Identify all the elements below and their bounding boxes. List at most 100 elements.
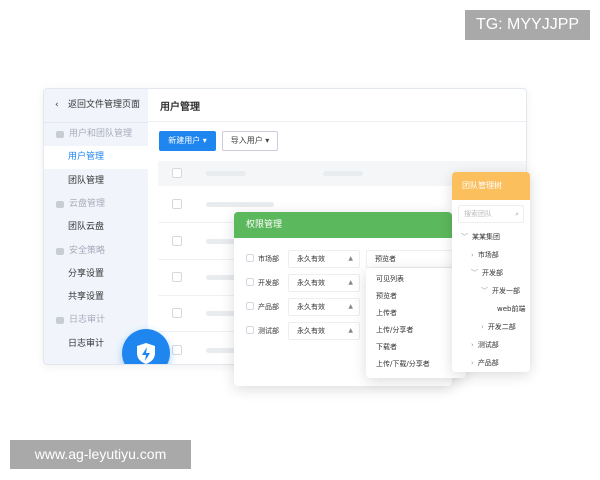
sidebar-item[interactable]: 分享设置 (44, 263, 148, 286)
sidebar-item-label: 用户管理 (68, 152, 105, 163)
tree-node-label: 某某集团 (472, 233, 500, 241)
sidebar-item: 安全策略 (44, 240, 148, 263)
permission-header: 权限管理 (234, 212, 452, 238)
tree-node[interactable]: ﹀ 开发一部 (481, 283, 520, 299)
tree-node-label: 开发部 (482, 269, 503, 277)
dept-checkbox[interactable] (246, 278, 254, 286)
tree-node[interactable]: web前端 (497, 301, 525, 317)
sidebar-item-label: 安全策略 (69, 245, 106, 256)
sidebar-item-label: 团队云盘 (68, 222, 105, 233)
tree-node-label: 市场部 (477, 251, 499, 259)
shield-lightning-icon (137, 343, 155, 364)
tree-node-label: 测试部 (477, 341, 499, 349)
role-option[interactable]: 上传/下载/分享者 (366, 356, 466, 373)
search-icon: ⌕ (515, 210, 519, 218)
validity-value: 永久有效 (297, 303, 325, 311)
tree-node[interactable]: ﹀ 开发部 (471, 265, 503, 281)
role-option[interactable]: 可见列表 (366, 271, 466, 288)
disk-icon (56, 200, 64, 208)
validity-value: 永久有效 (297, 327, 325, 335)
sidebar-item-label: 云盘管理 (69, 198, 106, 209)
chevron-left-icon: ‹ (55, 100, 59, 110)
placeholder-bar (206, 171, 246, 176)
tree-node-label: 开发一部 (492, 287, 520, 295)
chevron-right-icon: › (471, 359, 474, 367)
import-user-button[interactable]: 导入用户 ▾ (222, 131, 278, 151)
watermark-bottom: www.ag-leyutiyu.com (10, 440, 191, 469)
tree-node[interactable]: › 产品部 (471, 355, 499, 371)
row-checkbox[interactable] (172, 272, 182, 282)
new-user-button[interactable]: 新建用户 ▾ (159, 131, 216, 151)
sidebar-item[interactable]: 共享设置 (44, 286, 148, 309)
row-checkbox[interactable] (172, 199, 182, 209)
log-icon (56, 317, 64, 325)
sidebar-item-label: 用户和团队管理 (69, 129, 133, 139)
sidebar-item[interactable]: 团队云盘 (44, 216, 148, 239)
shield-icon (56, 247, 64, 255)
tree-node-label: 产品部 (477, 359, 499, 367)
dept-label: 产品部 (258, 303, 279, 311)
select-all-checkbox[interactable] (172, 168, 182, 178)
chevron-down-icon: ﹀ (471, 269, 478, 277)
role-option[interactable]: 下载者 (366, 339, 466, 356)
sidebar-item[interactable]: 团队管理 (44, 170, 148, 193)
team-search-input[interactable]: 搜索团队 ⌕ (458, 205, 524, 223)
chevron-right-icon: › (471, 341, 474, 349)
row-checkbox[interactable] (172, 308, 182, 318)
caret-up-icon: ▲ (348, 279, 353, 286)
tree-node[interactable]: › 市场部 (471, 247, 499, 263)
role-option[interactable]: 上传/分享者 (366, 322, 466, 339)
validity-value: 永久有效 (297, 255, 325, 263)
sidebar-item-label: 分享设置 (68, 268, 105, 279)
team-tree-card: 团队管理树 搜索团队 ⌕ ﹀ 某某集团 › 市场部 ﹀ 开发部 ﹀ 开发一部 web前端 › 开发二部… (452, 172, 530, 372)
caret-up-icon: ▲ (348, 327, 353, 334)
validity-select[interactable]: 永久有效 ▲ (288, 250, 360, 268)
user-icon (56, 131, 64, 138)
dept-label: 市场部 (258, 255, 279, 263)
placeholder-bar (323, 171, 363, 176)
role-option[interactable]: 预览者 (366, 288, 466, 305)
back-link[interactable]: ‹ 返回文件管理页面 (44, 94, 148, 117)
sidebar-item[interactable]: 用户管理 (44, 146, 148, 170)
tree-node[interactable]: › 开发二部 (481, 319, 516, 335)
sidebar-item: 用户和团队管理 (44, 123, 148, 146)
role-option[interactable]: 上传者 (366, 305, 466, 322)
chevron-right-icon: › (481, 323, 484, 331)
dept-checkbox[interactable] (246, 326, 254, 334)
tree-node-label: web前端 (497, 305, 526, 313)
placeholder-bar (206, 202, 274, 207)
team-tree-header: 团队管理树 (452, 172, 530, 200)
validity-select[interactable]: 永久有效 ▲ (288, 274, 360, 292)
validity-select[interactable]: 永久有效 ▲ (288, 298, 360, 316)
sidebar-item-label: 团队管理 (68, 175, 105, 186)
row-checkbox[interactable] (172, 345, 182, 355)
tree-node[interactable]: ﹀ 某某集团 (461, 229, 500, 245)
tree-node[interactable]: › 测试部 (471, 337, 499, 353)
chevron-down-icon: ﹀ (461, 233, 468, 241)
back-label: 返回文件管理页面 (68, 100, 141, 110)
row-checkbox[interactable] (172, 236, 182, 246)
sidebar: ‹ 返回文件管理页面 用户和团队管理 用户管理团队管理云盘管理团队云盘安全策略分享设… (44, 89, 148, 364)
validity-value: 永久有效 (297, 279, 325, 287)
search-placeholder: 搜索团队 (464, 210, 492, 218)
sidebar-item-label: 共享设置 (68, 292, 105, 303)
tree-node-label: 开发二部 (487, 323, 516, 331)
dept-checkbox[interactable] (246, 302, 254, 310)
page-title: 用户管理 (160, 102, 200, 113)
caret-up-icon: ▲ (348, 303, 353, 310)
sidebar-item: 云盘管理 (44, 193, 148, 216)
watermark-top: TG: MYYJJPP (465, 10, 590, 40)
chevron-right-icon: › (471, 251, 474, 259)
role-value: 预览者 (375, 255, 396, 263)
dept-label: 测试部 (258, 327, 279, 335)
chevron-down-icon: ﹀ (481, 287, 488, 295)
role-select[interactable]: 预览者 (366, 250, 452, 268)
role-dropdown: 可见列表 预览者 上传者 上传/分享者 下载者 上传/下载/分享者 (366, 268, 466, 378)
shield-badge[interactable] (122, 329, 170, 364)
caret-up-icon: ▲ (348, 255, 353, 262)
dept-label: 开发部 (258, 279, 279, 287)
sidebar-item-label: 日志审计 (69, 315, 106, 326)
sidebar-item-label: 日志审计 (68, 338, 105, 349)
dept-checkbox[interactable] (246, 254, 254, 262)
validity-select[interactable]: 永久有效 ▲ (288, 322, 360, 340)
